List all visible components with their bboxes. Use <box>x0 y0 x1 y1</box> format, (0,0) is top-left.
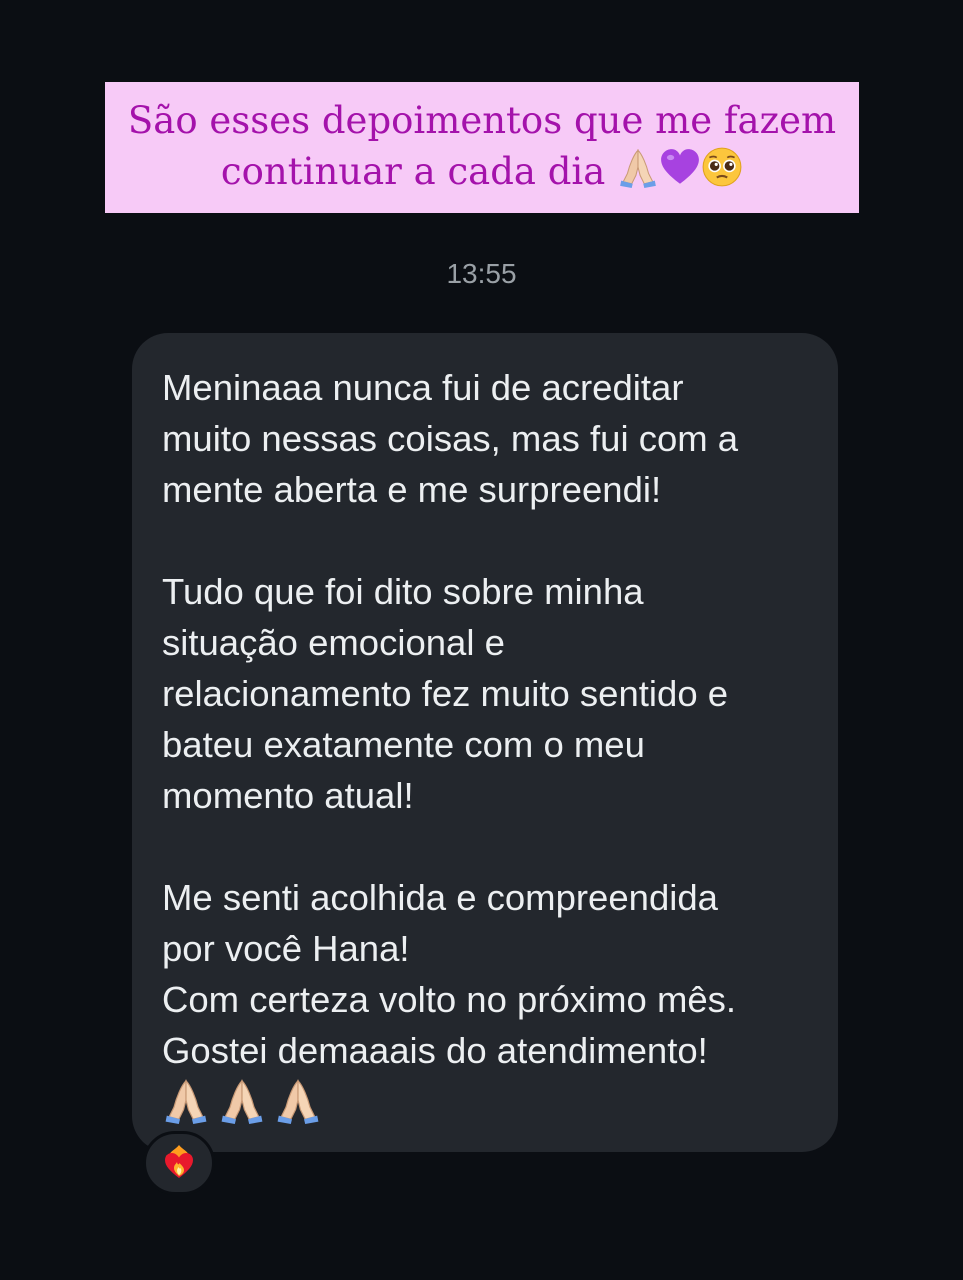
message-line: Gostei demaaais do atendimento! <box>162 1030 708 1071</box>
testimonial-caption-banner: São esses depoimentos que me fazem conti… <box>105 82 859 213</box>
message-paragraph-2: Tudo que foi dito sobre minha situação e… <box>162 566 808 821</box>
message-line: relacionamento fez muito sentido e <box>162 673 729 714</box>
praying-hands-icon <box>617 146 659 188</box>
message-paragraph-3: Me senti acolhida e compreendida por voc… <box>162 872 808 1133</box>
message-line: Me senti acolhida e compreendida <box>162 877 718 918</box>
caption-line-1: São esses depoimentos que me fazem <box>127 99 837 142</box>
praying-hands-icon <box>274 1076 322 1124</box>
message-line: momento atual! <box>162 775 414 816</box>
message-line: Meninaaa nunca fui de acreditar <box>162 367 684 408</box>
message-line: Com certeza volto no próximo mês. <box>162 979 737 1020</box>
message-trailing-emojis <box>162 1076 808 1133</box>
message-reaction-badge[interactable] <box>143 1131 215 1195</box>
message-line: por você Hana! <box>162 928 410 969</box>
pleading-face-icon <box>701 146 743 188</box>
message-line: mente aberta e me surpreendi! <box>162 469 662 510</box>
message-line: Tudo que foi dito sobre minha <box>162 571 644 612</box>
chat-screen: São esses depoimentos que me fazem conti… <box>0 0 963 1280</box>
praying-hands-icon <box>162 1076 210 1124</box>
message-timestamp: 13:55 <box>446 258 517 289</box>
praying-hands-icon <box>218 1076 266 1124</box>
purple-heart-icon <box>659 146 701 188</box>
caption-line-2-text: continuar a cada dia <box>220 150 606 193</box>
received-message-bubble[interactable]: Meninaaa nunca fui de acreditar muito ne… <box>132 333 838 1152</box>
message-line: bateu exatamente com o meu <box>162 724 645 765</box>
message-line: situação emocional e <box>162 622 505 663</box>
caption-line-2: continuar a cada dia <box>115 146 849 197</box>
message-paragraph-1: Meninaaa nunca fui de acreditar muito ne… <box>162 362 808 515</box>
heart-on-fire-icon <box>162 1144 196 1182</box>
message-line: muito nessas coisas, mas fui com a <box>162 418 739 459</box>
